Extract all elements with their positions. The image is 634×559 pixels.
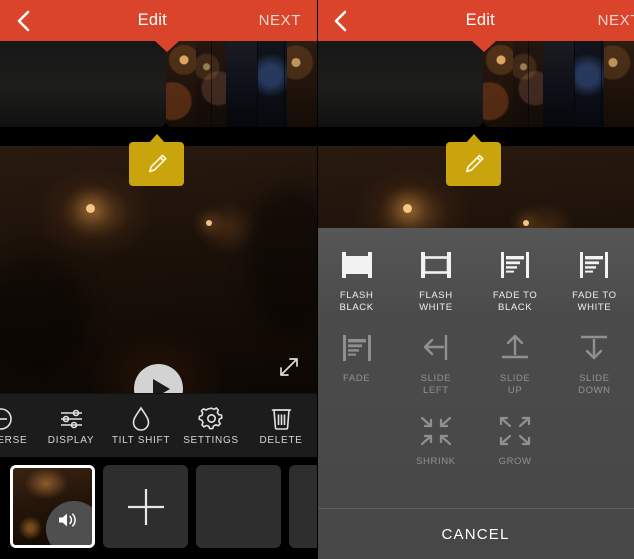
clip-slot-empty[interactable]	[196, 465, 281, 548]
clip-thumbnail-selected[interactable]	[10, 465, 95, 548]
flash-black-icon	[338, 246, 376, 284]
timeline-empty-segment[interactable]	[0, 41, 166, 127]
transition-label: FADE TO WHITE	[572, 290, 617, 313]
transitions-row: FADE SLIDE LEFT SLIDE UP SLIDE DOWN	[317, 325, 634, 397]
transitions-row: FLASH BLACK FLASH WHITE FADE TO BLACK FA…	[317, 242, 634, 314]
timeline-clip-frames[interactable]	[166, 41, 317, 127]
transition-shrink[interactable]: SHRINK	[396, 408, 475, 468]
next-button[interactable]: NEXT	[259, 12, 317, 29]
chevron-left-icon	[16, 9, 31, 33]
trash-icon	[270, 405, 293, 432]
page-title: Edit	[137, 11, 167, 29]
transition-slide-down[interactable]: SLIDE DOWN	[555, 325, 634, 397]
expand-button[interactable]	[275, 353, 303, 381]
transition-label: SLIDE LEFT	[420, 373, 452, 396]
app-root: Edit NEXT ERSE DISPLAY TILT SHIFT SETTIN…	[0, 0, 634, 559]
transitions-sheet: FLASH BLACK FLASH WHITE FADE TO BLACK FA…	[317, 228, 634, 559]
transitions-row: SHRINK GROW	[396, 408, 634, 468]
edit-toolbar: REVERSE DISPLAY	[0, 393, 317, 457]
edit-clip-button[interactable]	[129, 134, 184, 186]
transition-slide-up[interactable]: SLIDE UP	[476, 325, 555, 397]
edit-clip-button[interactable]	[446, 134, 501, 186]
transition-fade-to-black[interactable]: FADE TO BLACK	[476, 242, 555, 314]
pencil-icon	[129, 142, 184, 186]
transition-label: GROW	[498, 456, 532, 467]
transition-slide-left[interactable]: SLIDE LEFT	[396, 325, 475, 397]
cancel-button[interactable]: CANCEL	[317, 508, 634, 559]
transition-label: SHRINK	[416, 456, 456, 467]
timeline-playhead-caret	[472, 41, 496, 52]
back-button[interactable]	[317, 0, 363, 41]
expand-diagonal-icon	[280, 358, 298, 376]
timeline-track[interactable]	[317, 41, 634, 127]
transitions-grid: FLASH BLACK FLASH WHITE FADE TO BLACK FA…	[317, 228, 634, 468]
grow-icon	[496, 412, 534, 450]
toolbar-label: SETTINGS	[183, 435, 239, 446]
transition-fade-to-white[interactable]: FADE TO WHITE	[555, 242, 634, 314]
timeline-empty-segment[interactable]	[317, 41, 483, 127]
back-button[interactable]	[0, 0, 46, 41]
clip-slot-empty[interactable]	[289, 465, 317, 548]
flash-white-icon	[417, 246, 455, 284]
transition-flash-white[interactable]: FLASH WHITE	[396, 242, 475, 314]
chevron-left-icon	[333, 9, 348, 33]
timeline-strip[interactable]	[317, 41, 634, 186]
timeline-clip-frames[interactable]	[483, 41, 634, 127]
app-header: Edit NEXT	[317, 0, 634, 41]
toolbar-label: REVERSE	[0, 435, 28, 446]
next-button[interactable]: NEXT	[598, 12, 634, 29]
toolbar-item-delete[interactable]: DELETE	[246, 394, 316, 457]
toolbar-item-settings[interactable]: SETTINGS	[176, 394, 246, 457]
clips-tray	[0, 457, 317, 559]
transition-grow[interactable]: GROW	[476, 408, 555, 468]
pane-divider	[317, 0, 318, 559]
play-icon	[152, 378, 170, 393]
transition-label: SLIDE UP	[499, 373, 531, 396]
fade-to-white-icon	[575, 246, 613, 284]
toolbar-item-display[interactable]: DISPLAY	[36, 394, 106, 457]
transition-flash-black[interactable]: FLASH BLACK	[317, 242, 396, 314]
play-button[interactable]	[134, 364, 183, 393]
toolbar-item-tilt-shift[interactable]: TILT SHIFT	[106, 394, 176, 457]
transition-fade[interactable]: FADE	[317, 325, 396, 397]
toolbar-label: TILT SHIFT	[111, 435, 171, 446]
timeline-strip[interactable]	[0, 41, 317, 186]
timeline-playhead-caret	[155, 41, 179, 52]
shrink-icon	[417, 412, 455, 450]
screen-edit: Edit NEXT ERSE DISPLAY TILT SHIFT SETTIN…	[0, 0, 317, 559]
speaker-icon	[59, 513, 76, 527]
gear-icon	[197, 405, 225, 432]
pencil-icon	[446, 142, 501, 186]
slide-left-icon	[417, 329, 455, 367]
fade-icon	[338, 329, 376, 367]
toolbar-item-reverse[interactable]: REVERSE	[0, 394, 36, 457]
toolbar-label: DISPLAY	[47, 435, 95, 446]
transition-label: FADE TO BLACK	[492, 290, 538, 313]
slide-up-icon	[496, 329, 534, 367]
transition-label: FLASH WHITE	[419, 290, 453, 313]
reverse-circle-icon	[0, 405, 14, 432]
transition-label: SLIDE DOWN	[578, 373, 611, 396]
toolbar-label: DELETE	[259, 435, 303, 446]
slide-down-icon	[575, 329, 613, 367]
droplet-icon	[130, 405, 152, 432]
sliders-icon	[58, 405, 85, 432]
app-header: Edit NEXT	[0, 0, 317, 41]
plus-icon	[103, 465, 188, 548]
transition-label: FLASH BLACK	[339, 290, 374, 313]
timeline-track[interactable]	[0, 41, 317, 127]
fade-to-black-icon	[496, 246, 534, 284]
page-title: Edit	[465, 11, 495, 29]
clip-add-button[interactable]	[103, 465, 188, 548]
transition-label: FADE	[343, 373, 371, 384]
screen-transitions: Edit NEXT	[317, 0, 634, 559]
